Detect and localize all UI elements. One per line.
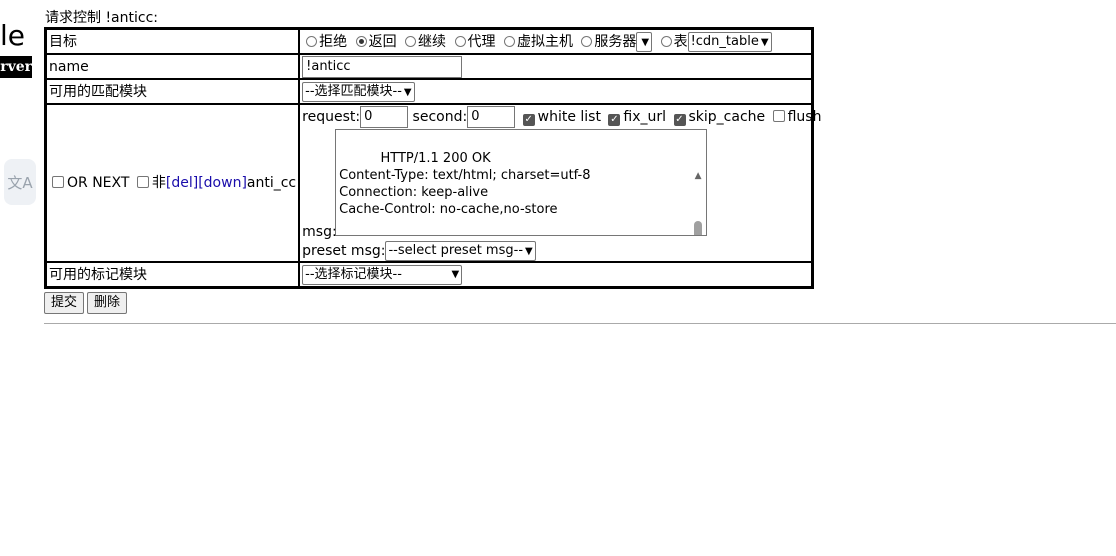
radio-return-label: 返回 bbox=[368, 33, 397, 50]
msg-scrollbar[interactable]: ▲ ▼ bbox=[692, 134, 704, 235]
radio-proxy-label: 代理 bbox=[467, 33, 496, 50]
scroll-thumb[interactable] bbox=[694, 221, 703, 235]
page-title: 请求控制 !anticc: bbox=[45, 10, 159, 26]
chevron-down-icon: ▼ bbox=[403, 86, 412, 98]
name-input[interactable]: !anticc bbox=[302, 55, 463, 78]
left-panel-badge: rver bbox=[0, 56, 32, 78]
radio-deny-label: 拒绝 bbox=[319, 33, 348, 50]
preset-msg-row: preset msg: --select preset msg-- ▼ bbox=[302, 241, 536, 261]
anticc-params: request: 0 second: 0 ✓ white list ✓ fix_url … bbox=[302, 106, 821, 128]
skip-cache-label: skip_cache bbox=[688, 109, 766, 125]
request-input[interactable]: 0 bbox=[360, 106, 409, 128]
submit-button[interactable]: 提交 bbox=[44, 292, 85, 314]
fix-url-checkbox[interactable]: ✓ bbox=[608, 114, 621, 126]
delete-button[interactable]: 删除 bbox=[87, 292, 128, 314]
msg-text: HTTP/1.1 200 OK Content-Type: text/html;… bbox=[339, 151, 591, 217]
scroll-up-icon[interactable]: ▲ bbox=[692, 168, 704, 185]
not-checkbox[interactable] bbox=[136, 176, 149, 188]
chevron-down-icon: ▼ bbox=[451, 268, 460, 280]
radio-vhost[interactable] bbox=[503, 35, 515, 47]
separator bbox=[44, 323, 1116, 324]
radio-server[interactable] bbox=[581, 35, 593, 47]
radio-table-label: 表 bbox=[673, 33, 688, 50]
radio-continue-label: 继续 bbox=[418, 33, 447, 50]
target-label: 目标 bbox=[46, 29, 300, 54]
match-module-label: 可用的匹配模块 bbox=[46, 79, 300, 104]
radio-vhost-label: 虚拟主机 bbox=[516, 33, 573, 50]
chevron-down-icon: ▼ bbox=[641, 36, 650, 48]
white-list-checkbox[interactable]: ✓ bbox=[522, 114, 535, 126]
flush-label: flush bbox=[787, 109, 822, 125]
radio-server-label: 服务器 bbox=[594, 33, 637, 50]
preset-msg-label: preset msg: bbox=[302, 243, 386, 259]
msg-label: msg: bbox=[302, 224, 337, 240]
mark-module-select[interactable]: --选择标记模块-- ▼ bbox=[302, 264, 463, 285]
radio-deny[interactable] bbox=[306, 35, 318, 47]
flush-checkbox[interactable] bbox=[772, 110, 785, 122]
radio-return[interactable] bbox=[355, 35, 367, 47]
preset-msg-select[interactable]: --select preset msg-- ▼ bbox=[385, 241, 536, 261]
down-link[interactable]: [down] bbox=[198, 175, 247, 191]
fix-url-label: fix_url bbox=[623, 109, 667, 125]
chevron-down-icon: ▼ bbox=[760, 36, 769, 48]
anticc-module-cell: OR NEXT 非[del][down]anti_cc bbox=[46, 104, 300, 262]
table-select[interactable]: !cdn_table ▼ bbox=[687, 31, 772, 52]
radio-continue[interactable] bbox=[405, 35, 417, 47]
request-control-form: 目标 拒绝 返回 继续 代理 虚拟主机 服务器 ▼ 表 !cdn_table ▼ na… bbox=[44, 27, 821, 289]
second-label: second: bbox=[412, 109, 468, 125]
skip-cache-checkbox[interactable]: ✓ bbox=[673, 114, 686, 126]
white-list-label: white list bbox=[537, 109, 601, 125]
chevron-down-icon: ▼ bbox=[525, 246, 533, 257]
anticc-module-name: anti_cc bbox=[246, 175, 297, 191]
name-label: name bbox=[46, 54, 300, 79]
msg-textarea[interactable]: HTTP/1.1 200 OK Content-Type: text/html;… bbox=[335, 129, 708, 236]
translate-icon[interactable]: 文A bbox=[4, 159, 36, 205]
request-label: request: bbox=[302, 109, 361, 125]
mark-module-label: 可用的标记模块 bbox=[46, 262, 300, 287]
or-next-label: OR NEXT bbox=[67, 175, 130, 191]
anticc-settings: request: 0 second: 0 ✓ white list ✓ fix_url … bbox=[302, 105, 821, 261]
left-panel-title-fragment: le bbox=[0, 19, 26, 52]
radio-table[interactable] bbox=[660, 35, 672, 47]
radio-proxy[interactable] bbox=[454, 35, 466, 47]
not-label: 非 bbox=[151, 175, 166, 191]
second-input[interactable]: 0 bbox=[467, 106, 516, 128]
server-select[interactable]: ▼ bbox=[636, 31, 653, 52]
or-next-checkbox[interactable] bbox=[52, 176, 64, 188]
del-link[interactable]: [del] bbox=[166, 175, 198, 191]
match-module-select[interactable]: --选择匹配模块-- ▼ bbox=[302, 81, 415, 102]
target-options: 拒绝 返回 继续 代理 虚拟主机 服务器 ▼ 表 !cdn_table ▼ bbox=[299, 29, 812, 54]
